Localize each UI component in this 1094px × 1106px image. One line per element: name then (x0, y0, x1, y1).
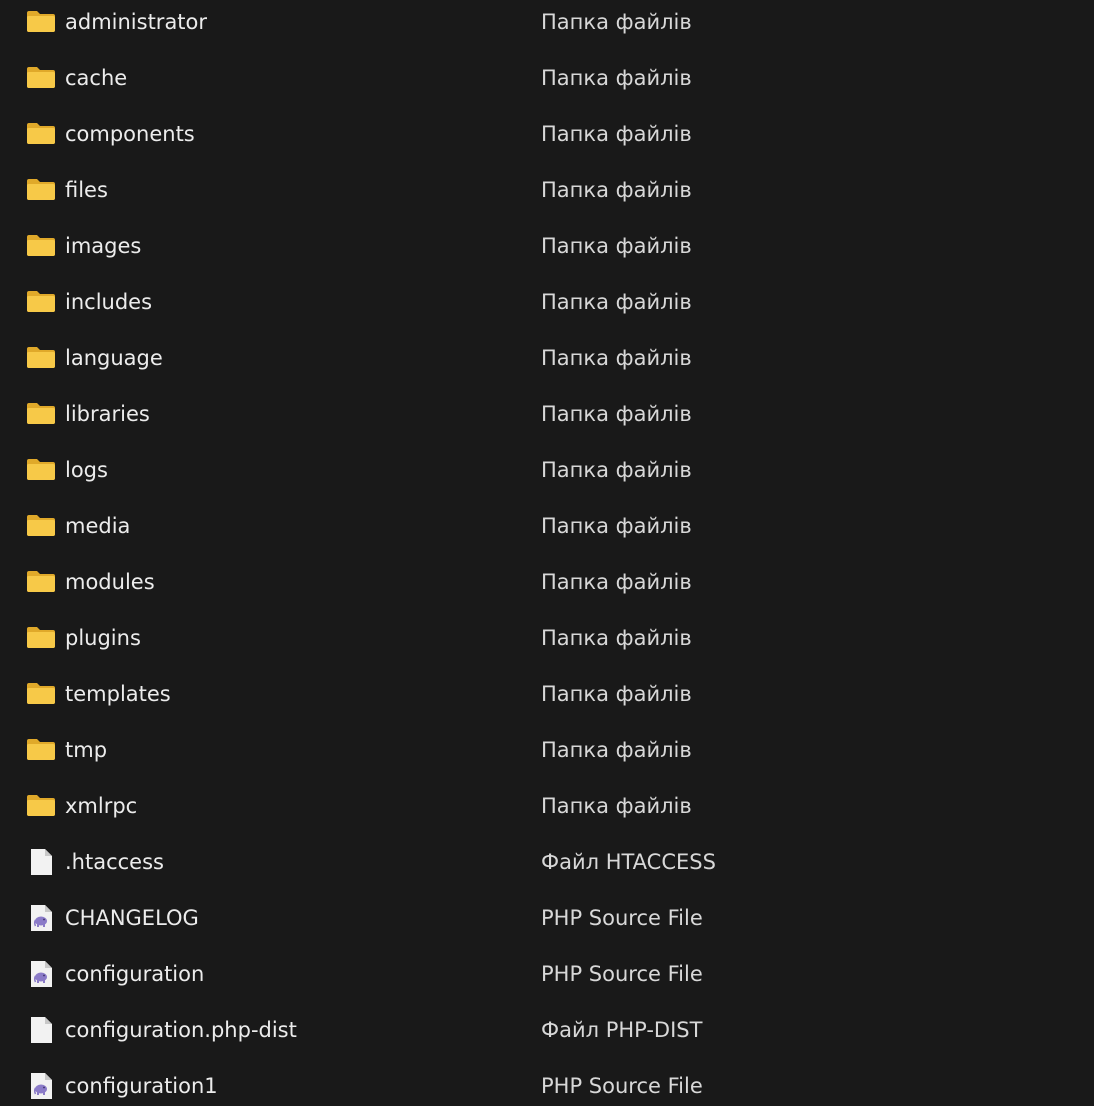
item-name: administrator (65, 10, 208, 34)
folder-icon (26, 8, 56, 36)
item-name: images (65, 234, 142, 258)
php-file-icon (26, 960, 56, 988)
item-name: templates (65, 682, 171, 706)
item-type: Папка файлів (541, 346, 692, 370)
item-name: configuration.php-dist (65, 1018, 297, 1042)
item-type: Папка файлів (541, 570, 692, 594)
list-item[interactable]: language Папка файлів (0, 330, 1094, 386)
item-type: Папка файлів (541, 514, 692, 538)
blank-file-icon (26, 1016, 56, 1044)
folder-icon (26, 792, 56, 820)
list-item[interactable]: libraries Папка файлів (0, 386, 1094, 442)
item-type: Папка файлів (541, 122, 692, 146)
list-item[interactable]: plugins Папка файлів (0, 610, 1094, 666)
item-name: configuration (65, 962, 205, 986)
folder-icon (26, 176, 56, 204)
list-item[interactable]: images Папка файлів (0, 218, 1094, 274)
list-item[interactable]: configuration1 PHP Source File (0, 1058, 1094, 1106)
folder-icon (26, 344, 56, 372)
item-name: xmlrpc (65, 794, 138, 818)
php-file-icon (26, 904, 56, 932)
list-item[interactable]: media Папка файлів (0, 498, 1094, 554)
list-item[interactable]: files Папка файлів (0, 162, 1094, 218)
item-type: Файл PHP-DIST (541, 1018, 703, 1042)
item-name: media (65, 514, 131, 538)
folder-icon (26, 64, 56, 92)
item-name: files (65, 178, 108, 202)
folder-icon (26, 232, 56, 260)
item-name: includes (65, 290, 153, 314)
item-type: Папка файлів (541, 290, 692, 314)
list-item[interactable]: includes Папка файлів (0, 274, 1094, 330)
php-file-icon (26, 1072, 56, 1100)
item-type: Папка файлів (541, 738, 692, 762)
list-item[interactable]: components Папка файлів (0, 106, 1094, 162)
folder-icon (26, 624, 56, 652)
item-name: tmp (65, 738, 108, 762)
item-type: PHP Source File (541, 906, 703, 930)
list-item[interactable]: xmlrpc Папка файлів (0, 778, 1094, 834)
item-name: configuration1 (65, 1074, 218, 1098)
item-name: language (65, 346, 163, 370)
list-item[interactable]: tmp Папка файлів (0, 722, 1094, 778)
folder-icon (26, 680, 56, 708)
item-type: Папка файлів (541, 10, 692, 34)
item-type: Файл HTACCESS (541, 850, 716, 874)
list-item[interactable]: cache Папка файлів (0, 50, 1094, 106)
item-type: Папка файлів (541, 178, 692, 202)
folder-icon (26, 288, 56, 316)
item-name: .htaccess (65, 850, 164, 874)
item-name: plugins (65, 626, 141, 650)
folder-icon (26, 456, 56, 484)
item-name: cache (65, 66, 128, 90)
file-list: administrator Папка файлів cache Папка ф… (0, 0, 1094, 1106)
blank-file-icon (26, 848, 56, 876)
item-name: logs (65, 458, 108, 482)
item-name: components (65, 122, 195, 146)
item-name: CHANGELOG (65, 906, 199, 930)
item-type: PHP Source File (541, 962, 703, 986)
item-name: modules (65, 570, 155, 594)
item-name: libraries (65, 402, 150, 426)
list-item[interactable]: modules Папка файлів (0, 554, 1094, 610)
folder-icon (26, 736, 56, 764)
item-type: Папка файлів (541, 794, 692, 818)
list-item[interactable]: logs Папка файлів (0, 442, 1094, 498)
folder-icon (26, 512, 56, 540)
list-item[interactable]: CHANGELOG PHP Source File (0, 890, 1094, 946)
folder-icon (26, 400, 56, 428)
item-type: Папка файлів (541, 682, 692, 706)
item-type: Папка файлів (541, 458, 692, 482)
folder-icon (26, 120, 56, 148)
item-type: Папка файлів (541, 402, 692, 426)
list-item[interactable]: administrator Папка файлів (0, 0, 1094, 50)
item-type: PHP Source File (541, 1074, 703, 1098)
list-item[interactable]: templates Папка файлів (0, 666, 1094, 722)
folder-icon (26, 568, 56, 596)
item-type: Папка файлів (541, 66, 692, 90)
list-item[interactable]: configuration PHP Source File (0, 946, 1094, 1002)
list-item[interactable]: configuration.php-dist Файл PHP-DIST (0, 1002, 1094, 1058)
list-item[interactable]: .htaccess Файл HTACCESS (0, 834, 1094, 890)
item-type: Папка файлів (541, 626, 692, 650)
item-type: Папка файлів (541, 234, 692, 258)
